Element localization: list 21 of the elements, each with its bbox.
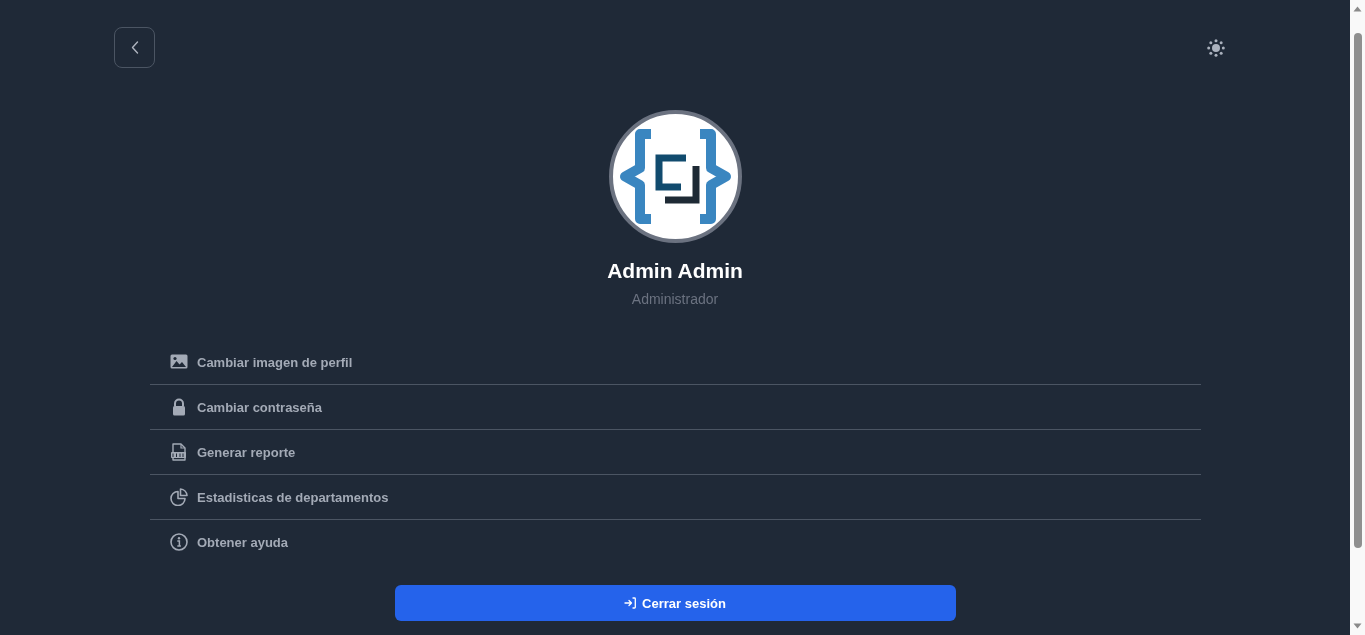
sun-icon[interactable] bbox=[1207, 38, 1225, 57]
menu-item[interactable]: Estadisticas de departamentos bbox=[170, 488, 389, 506]
scroll-up-arrow-icon[interactable] bbox=[1353, 6, 1362, 12]
back-button[interactable] bbox=[114, 27, 155, 68]
info-icon bbox=[170, 533, 188, 551]
scrollbar-thumb[interactable] bbox=[1353, 33, 1362, 548]
logout-button[interactable]: Cerrar sesión bbox=[394, 585, 956, 621]
user-role: Administrador bbox=[631, 290, 719, 309]
menu-item[interactable]: Generar reporte bbox=[170, 443, 296, 461]
user-name: Admin Admin bbox=[607, 258, 743, 284]
scroll-down-arrow-icon[interactable] bbox=[1353, 623, 1362, 629]
chevron-left-icon bbox=[130, 41, 139, 54]
pie-chart-icon bbox=[170, 488, 188, 506]
menu-item[interactable]: Cambiar imagen de perfil bbox=[170, 353, 353, 371]
menu-item[interactable]: Cambiar contraseña bbox=[170, 398, 322, 416]
avatar-logo-icon bbox=[608, 110, 742, 243]
image-icon bbox=[170, 353, 188, 371]
document-icon bbox=[170, 443, 188, 461]
lock-icon bbox=[170, 398, 188, 416]
menu-item[interactable]: Obtener ayuda bbox=[170, 533, 289, 551]
arrow-into-bracket-icon bbox=[624, 597, 637, 609]
